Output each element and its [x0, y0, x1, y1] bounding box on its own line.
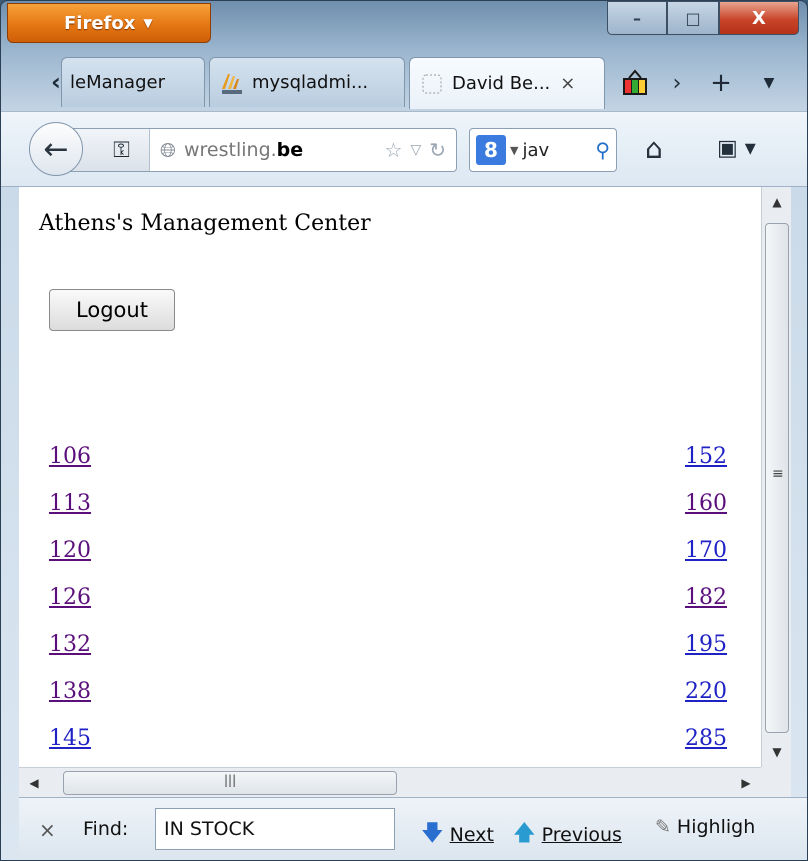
- scroll-left-icon[interactable]: ◀: [19, 768, 49, 798]
- tab-filemanager[interactable]: leManager: [61, 57, 205, 107]
- blank-page-icon: [422, 74, 442, 93]
- close-window-button[interactable]: X: [719, 1, 799, 35]
- weight-link[interactable]: 152: [685, 433, 727, 480]
- firefox-menu-label: Firefox: [64, 12, 136, 34]
- weight-link[interactable]: 145: [49, 715, 91, 762]
- find-next-label: Next: [449, 824, 494, 846]
- new-tab-button[interactable]: +: [701, 65, 741, 101]
- weight-link[interactable]: 113: [49, 480, 91, 527]
- maximize-icon: □: [685, 8, 701, 28]
- chevron-down-icon: ▼: [143, 16, 153, 30]
- find-next-button[interactable]: 🡇︎ Next: [421, 816, 494, 854]
- url-prefix: wrestling.: [184, 139, 277, 161]
- find-previous-label: Previous: [541, 824, 622, 846]
- weight-link[interactable]: 285: [685, 715, 727, 762]
- url-host: be: [276, 139, 304, 161]
- grip-icon: |||: [224, 773, 237, 787]
- horizontal-scrollbar[interactable]: ◀ ||| ▶: [19, 767, 761, 797]
- history-dropdown-icon[interactable]: ▽: [410, 138, 421, 162]
- vertical-scroll-thumb[interactable]: ≡: [765, 223, 789, 733]
- scroll-tabs-right-button[interactable]: ›: [661, 65, 693, 101]
- search-engine-dropdown-icon[interactable]: ▼: [510, 144, 518, 157]
- search-icon[interactable]: ⚲: [595, 138, 610, 162]
- weight-link[interactable]: 170: [685, 527, 727, 574]
- page-content: Athens's Management Center Logout 106 11…: [19, 187, 761, 767]
- list-all-tabs-button[interactable]: ▼: [749, 65, 789, 101]
- close-icon: X: [752, 7, 766, 29]
- scroll-down-icon[interactable]: ▼: [762, 737, 792, 767]
- tab-label: leManager: [70, 72, 165, 93]
- tab-mysqladmin[interactable]: mysqladmi...: [209, 57, 405, 107]
- weight-link[interactable]: 220: [685, 668, 727, 715]
- arrow-down-icon: 🡇︎: [421, 821, 444, 846]
- find-bar: × Find: 🡇︎ Next 🡅︎ Previous ✎ Highligh: [19, 797, 807, 860]
- browser-window: Firefox ▼ – □ X ‹ leManager mysqladmi...…: [0, 0, 808, 861]
- weight-link[interactable]: 195: [685, 621, 727, 668]
- tab-strip: ‹ leManager mysqladmi... David Be... × ›…: [1, 53, 807, 109]
- tab-david-be[interactable]: David Be... ×: [409, 57, 605, 109]
- weight-link[interactable]: 182: [685, 574, 727, 621]
- scroll-up-icon[interactable]: ▲: [762, 187, 792, 217]
- highlight-all-button[interactable]: ✎ Highligh: [655, 816, 755, 838]
- grip-icon: ≡: [772, 466, 784, 482]
- tab-label: David Be...: [452, 73, 551, 94]
- close-tab-icon[interactable]: ×: [560, 73, 575, 94]
- find-previous-button[interactable]: 🡅︎ Previous: [513, 816, 622, 854]
- weight-link[interactable]: 138: [49, 668, 91, 715]
- horizontal-scroll-thumb[interactable]: |||: [63, 771, 397, 795]
- navigation-bar: ⚿ 🌐︎ wrestling.be ☆ ▽ ↻ ← 8 ▼ jav ⚲ ⌂ ▣ …: [1, 111, 807, 187]
- maximize-button[interactable]: □: [667, 1, 719, 35]
- phpmyadmin-icon: [222, 73, 242, 94]
- weight-link[interactable]: 106: [49, 433, 91, 480]
- window-controls: – □ X: [607, 1, 799, 35]
- search-input[interactable]: jav: [522, 140, 549, 161]
- url-bar[interactable]: ⚿ 🌐︎ wrestling.be ☆ ▽ ↻: [61, 128, 457, 172]
- close-find-bar-icon[interactable]: ×: [39, 818, 56, 842]
- weight-link[interactable]: 126: [49, 574, 91, 621]
- scrollbar-corner: [761, 767, 791, 797]
- arrow-up-icon: 🡅︎: [513, 821, 536, 846]
- reload-icon[interactable]: ↻: [429, 138, 446, 162]
- pencil-icon: ✎: [655, 816, 671, 838]
- weight-link[interactable]: 160: [685, 480, 727, 527]
- url-bar-icons: ☆ ▽ ↻: [385, 138, 456, 162]
- firefox-menu-button[interactable]: Firefox ▼: [7, 3, 211, 43]
- scroll-right-icon[interactable]: ▶: [731, 768, 761, 798]
- page-title: Athens's Management Center: [39, 211, 371, 236]
- highlight-label: Highligh: [676, 816, 756, 838]
- tab-label: mysqladmi...: [252, 72, 369, 93]
- title-bar: Firefox ▼ – □ X: [1, 1, 807, 49]
- minimize-icon: –: [633, 8, 641, 28]
- find-input[interactable]: [155, 808, 395, 850]
- home-icon[interactable]: ⌂: [645, 132, 663, 165]
- back-arrow-icon: ←: [43, 131, 69, 167]
- vertical-scrollbar[interactable]: ▲ ≡ ▼: [761, 187, 791, 767]
- back-button[interactable]: ←: [29, 122, 83, 176]
- globe-icon: 🌐︎: [160, 138, 176, 162]
- weight-links-right: 152 160 170 182 195 220 285: [685, 433, 727, 762]
- weight-link[interactable]: 132: [49, 621, 91, 668]
- url-text: wrestling.be: [184, 139, 303, 161]
- search-bar[interactable]: 8 ▼ jav ⚲: [469, 128, 617, 172]
- key-icon: ⚿: [113, 137, 130, 163]
- find-label: Find:: [83, 818, 129, 840]
- weight-links-left: 106 113 120 126 132 138 145: [49, 433, 91, 762]
- bookmarks-menu-icon[interactable]: ▣ ▾: [717, 136, 756, 161]
- tab-groups-icon[interactable]: [615, 65, 655, 101]
- bookmark-star-icon[interactable]: ☆: [385, 138, 403, 162]
- google-search-engine-icon[interactable]: 8: [476, 135, 506, 165]
- logout-button[interactable]: Logout: [49, 289, 175, 331]
- weight-link[interactable]: 120: [49, 527, 91, 574]
- minimize-button[interactable]: –: [607, 1, 667, 35]
